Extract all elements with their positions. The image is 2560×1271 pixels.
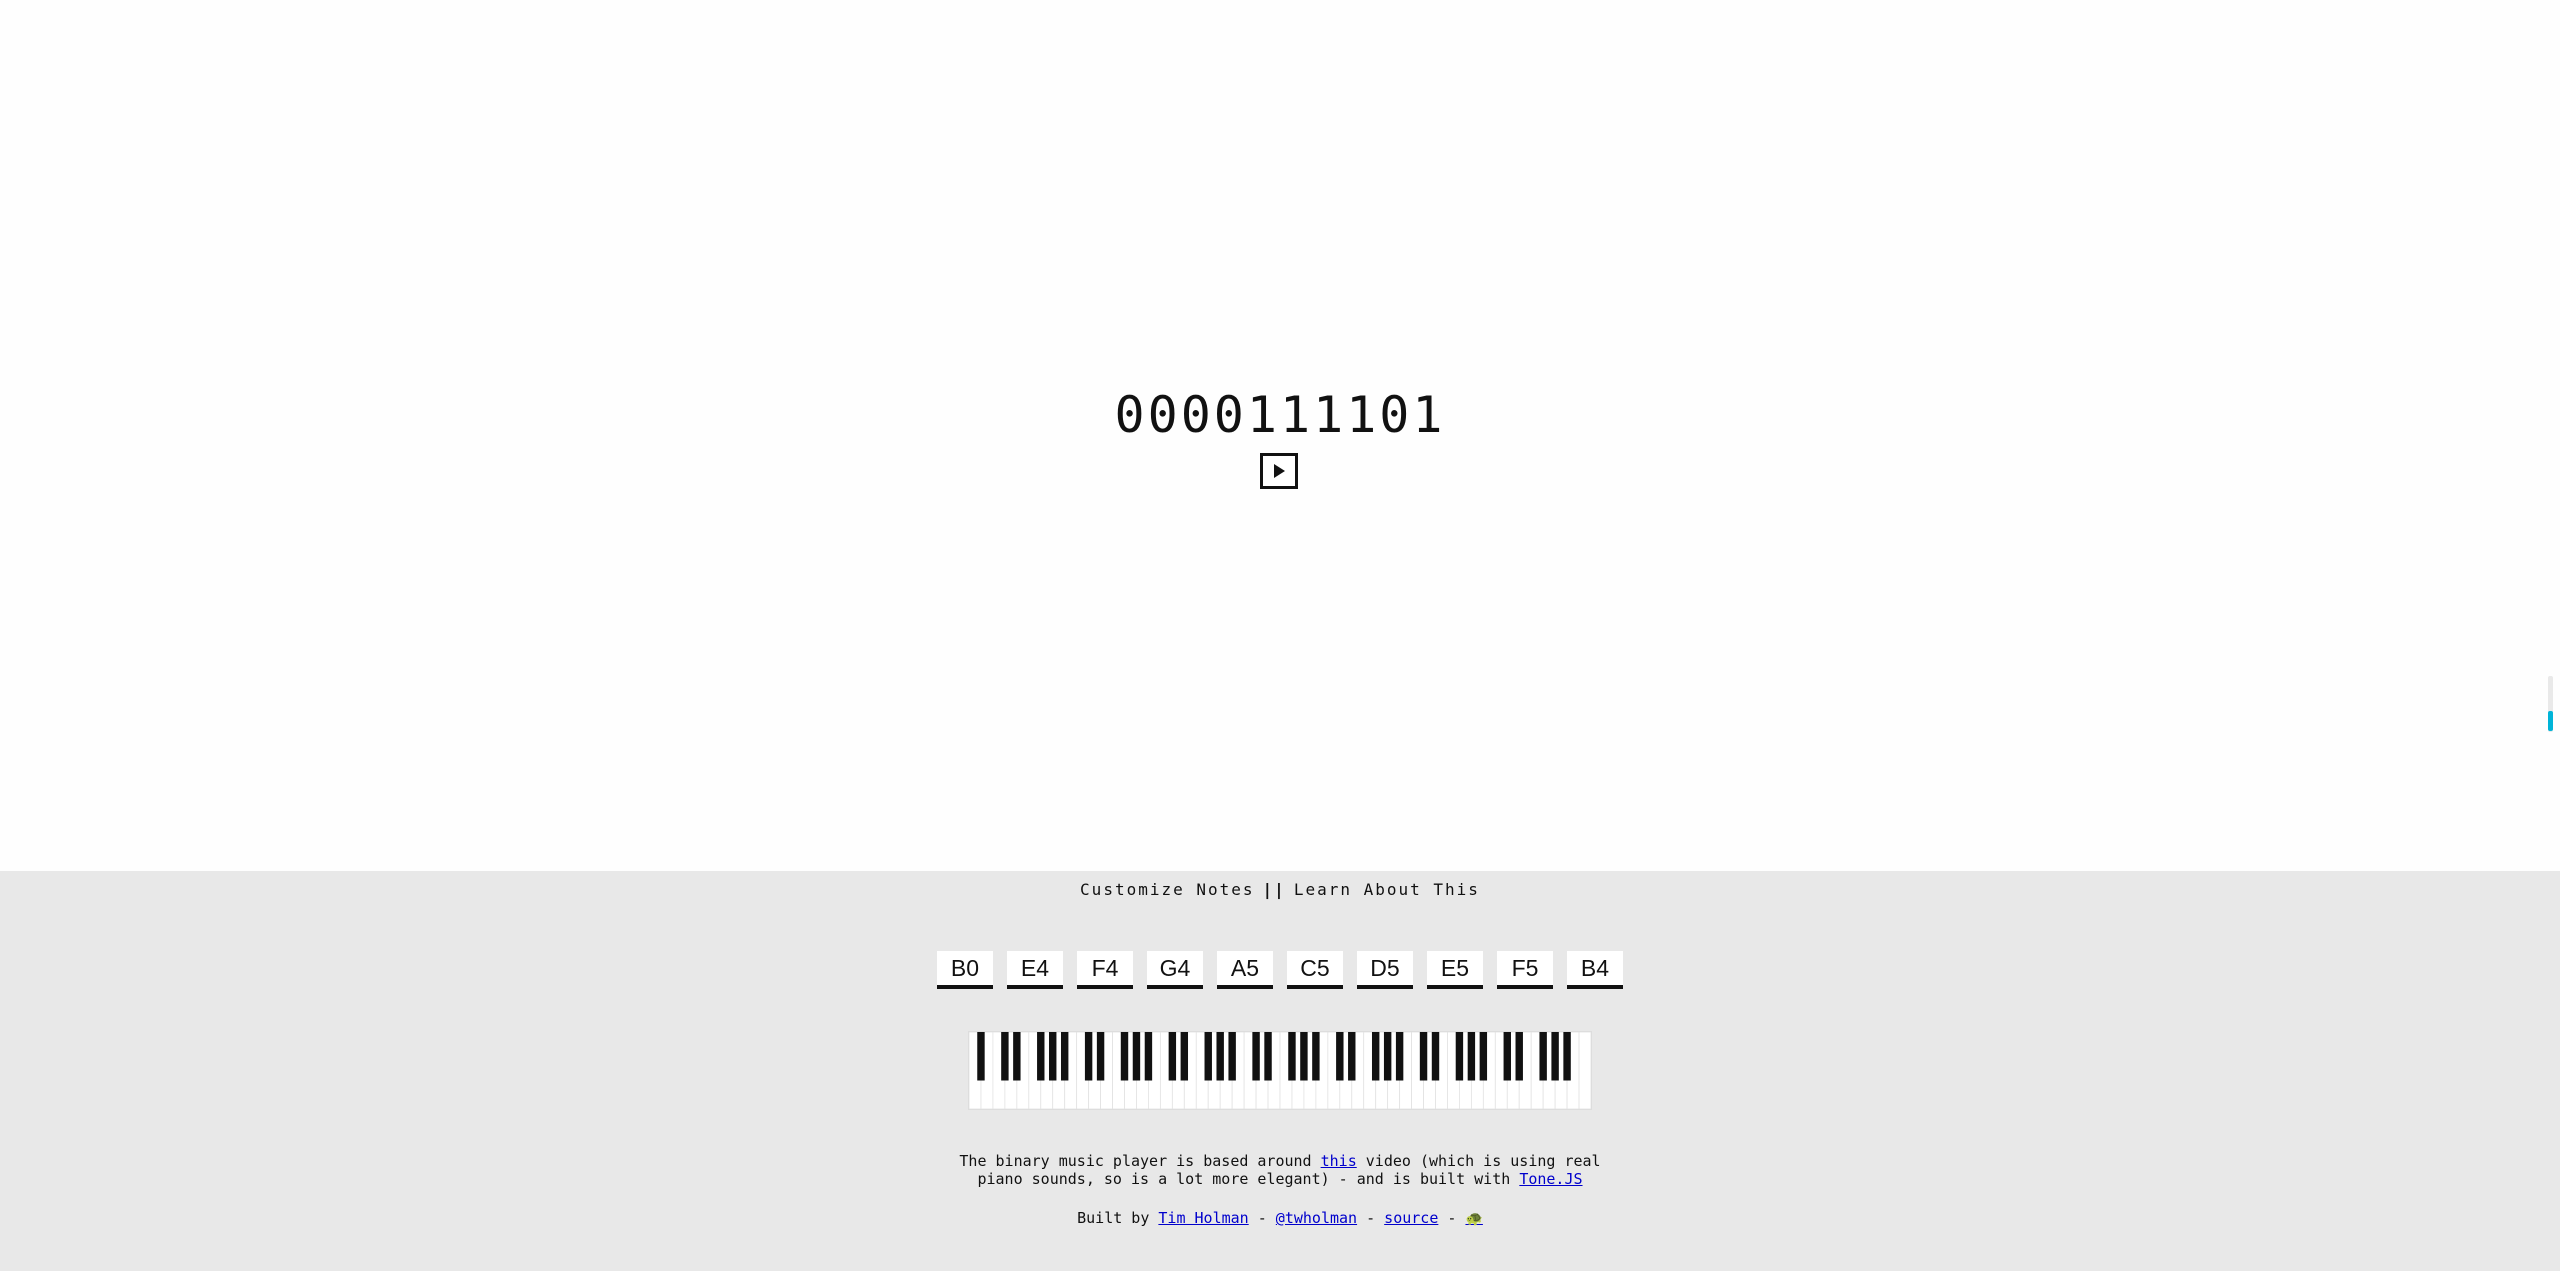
note-input-1[interactable]: B0 <box>937 951 993 989</box>
black-key[interactable] <box>1563 1032 1571 1081</box>
black-key[interactable] <box>1204 1032 1212 1081</box>
customize-notes-link[interactable]: Customize Notes <box>1080 880 1255 899</box>
black-key[interactable] <box>1455 1032 1464 1081</box>
black-key[interactable] <box>1120 1032 1129 1081</box>
black-key[interactable] <box>1479 1032 1488 1081</box>
black-key[interactable] <box>1336 1032 1344 1081</box>
credits-dash-1: - <box>1248 1209 1276 1227</box>
tonejs-link[interactable]: Tone.JS <box>1519 1170 1582 1188</box>
black-key[interactable] <box>1096 1032 1105 1081</box>
black-key[interactable] <box>1216 1032 1224 1081</box>
footer-nav: Customize Notes || Learn About This <box>0 879 2560 901</box>
black-key[interactable] <box>977 1032 985 1081</box>
white-key[interactable] <box>1578 1032 1591 1109</box>
note-input-2[interactable]: E4 <box>1007 951 1063 989</box>
black-key[interactable] <box>1060 1032 1069 1081</box>
black-key[interactable] <box>1132 1032 1141 1081</box>
note-selector-row: B0 E4 F4 G4 A5 C5 D5 E5 F5 B4 <box>0 951 2560 989</box>
black-key[interactable] <box>1467 1032 1476 1081</box>
note-input-9[interactable]: F5 <box>1497 951 1553 989</box>
credits: Built by Tim Holman - @twholman - source… <box>0 1209 2560 1228</box>
black-key[interactable] <box>1503 1032 1511 1081</box>
side-scrollbar-thumb[interactable] <box>2548 711 2553 731</box>
page: 0000111101 Customize Notes || Learn About … <box>0 0 2560 1271</box>
side-scrollbar[interactable] <box>2548 676 2553 732</box>
black-key[interactable] <box>1312 1032 1320 1081</box>
black-key[interactable] <box>1228 1032 1236 1081</box>
learn-about-link[interactable]: Learn About This <box>1294 880 1480 899</box>
black-key[interactable] <box>1419 1032 1428 1081</box>
player-area: 0000111101 <box>0 0 2560 871</box>
credits-dash-2: - <box>1357 1209 1385 1227</box>
description: The binary music player is based around … <box>0 1152 2560 1188</box>
binary-display: 0000111101 <box>1114 386 1446 444</box>
description-text-1: The binary music player is based around <box>959 1152 1321 1170</box>
black-key[interactable] <box>1551 1032 1559 1081</box>
black-key[interactable] <box>1264 1032 1272 1081</box>
black-key[interactable] <box>1049 1032 1057 1081</box>
black-key[interactable] <box>1371 1032 1380 1081</box>
piano-keyboard[interactable] <box>968 1031 1592 1110</box>
black-key[interactable] <box>1300 1032 1308 1081</box>
black-key[interactable] <box>1180 1032 1189 1081</box>
black-key[interactable] <box>1001 1032 1009 1081</box>
note-input-10[interactable]: B4 <box>1567 951 1623 989</box>
play-button[interactable] <box>1260 453 1298 489</box>
nav-separator: || <box>1262 880 1286 899</box>
turtle-icon[interactable]: 🐢 <box>1465 1211 1482 1227</box>
description-text-2: video (which is using real <box>1356 1152 1601 1170</box>
black-key[interactable] <box>1431 1032 1440 1081</box>
note-input-5[interactable]: A5 <box>1217 951 1273 989</box>
note-input-6[interactable]: C5 <box>1287 951 1343 989</box>
black-key[interactable] <box>1084 1032 1093 1081</box>
black-key[interactable] <box>1515 1032 1523 1081</box>
black-key[interactable] <box>1395 1032 1404 1081</box>
note-input-3[interactable]: F4 <box>1077 951 1133 989</box>
credits-dash-3: - <box>1438 1209 1466 1227</box>
source-link[interactable]: source <box>1384 1209 1438 1227</box>
author-link[interactable]: Tim Holman <box>1158 1209 1248 1227</box>
video-link[interactable]: this <box>1321 1152 1357 1170</box>
black-key[interactable] <box>1539 1032 1547 1081</box>
play-icon <box>1272 463 1286 479</box>
piano-keys[interactable] <box>969 1032 1591 1109</box>
black-key[interactable] <box>1168 1032 1177 1081</box>
black-key[interactable] <box>1252 1032 1260 1081</box>
black-key[interactable] <box>1037 1032 1045 1081</box>
black-key[interactable] <box>1144 1032 1153 1081</box>
black-key[interactable] <box>1013 1032 1021 1081</box>
footer-panel: Customize Notes || Learn About This B0 E4 … <box>0 871 2560 1271</box>
black-key[interactable] <box>1348 1032 1356 1081</box>
description-text-3: piano sounds, so is a lot more elegant) … <box>977 1170 1520 1188</box>
black-key[interactable] <box>1383 1032 1392 1081</box>
twitter-link[interactable]: @twholman <box>1276 1209 1357 1227</box>
black-key[interactable] <box>1288 1032 1296 1081</box>
note-input-4[interactable]: G4 <box>1147 951 1203 989</box>
credits-prefix: Built by <box>1077 1209 1159 1227</box>
note-input-8[interactable]: E5 <box>1427 951 1483 989</box>
note-input-7[interactable]: D5 <box>1357 951 1413 989</box>
